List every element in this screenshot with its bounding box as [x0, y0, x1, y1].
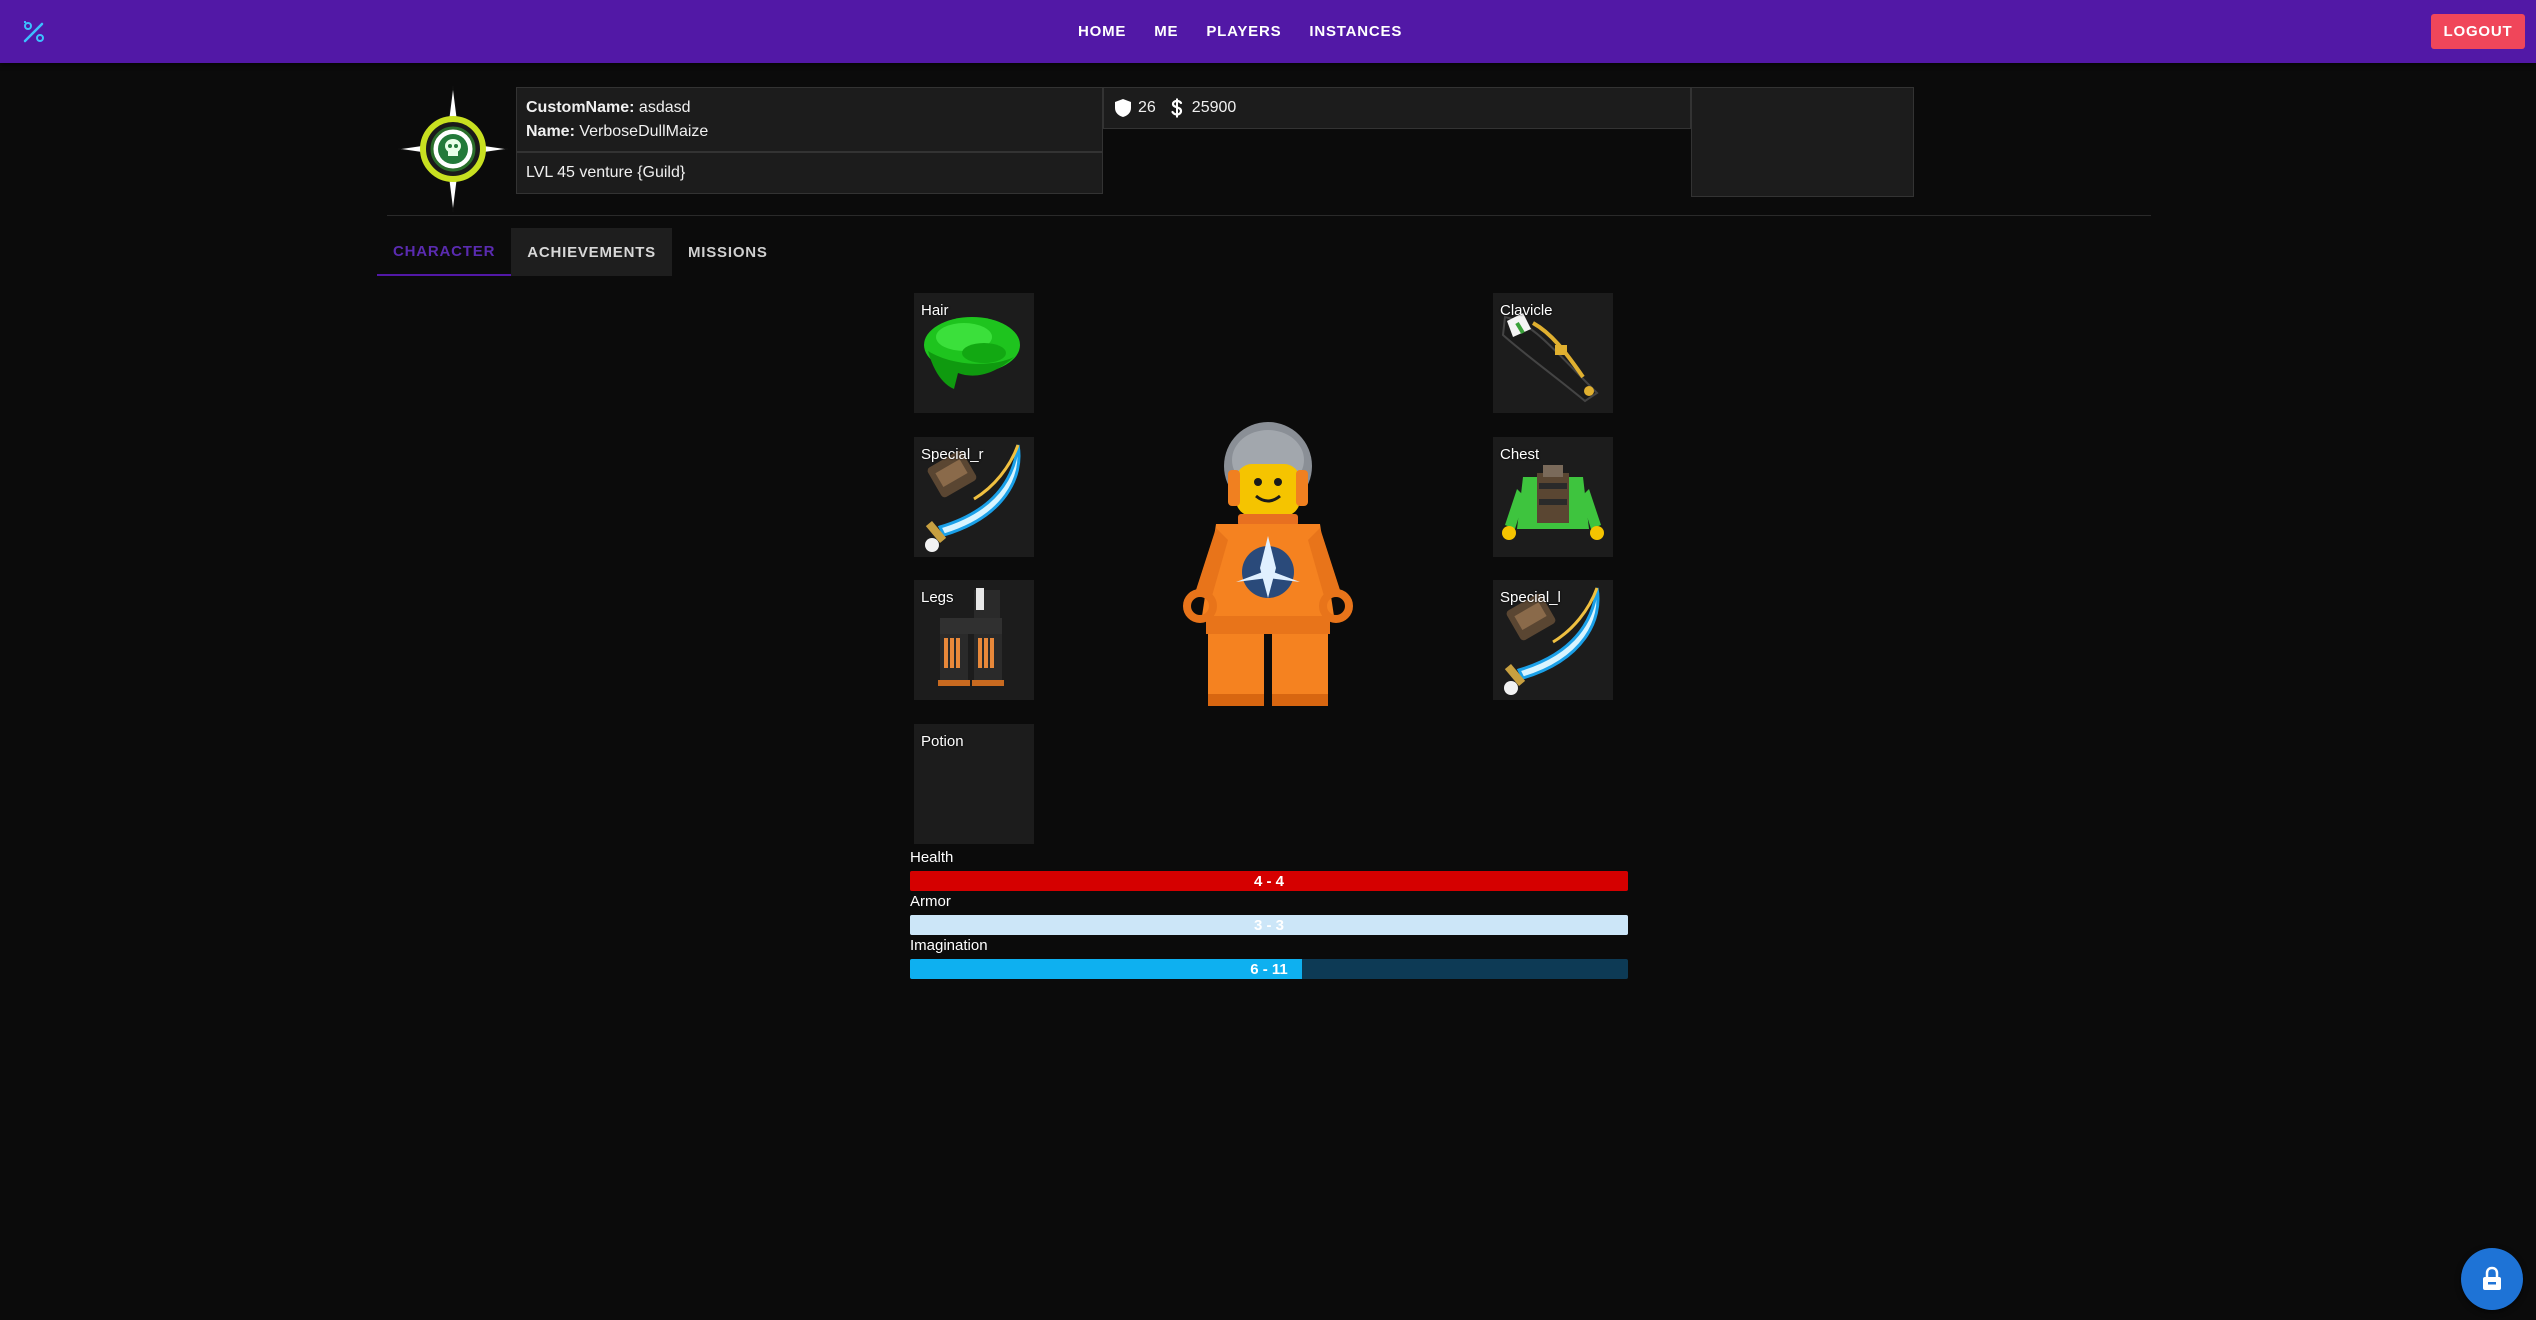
compass-skull-emblem-icon: [397, 85, 509, 213]
slot-potion-label: Potion: [921, 733, 964, 750]
custom-name-value: asdasd: [638, 99, 691, 116]
health-bar: 4 - 4: [910, 871, 1628, 891]
extra-info-panel: [1691, 87, 1914, 197]
header-divider: [387, 215, 2151, 216]
armor-stat-value: 26: [1138, 99, 1156, 116]
currency-stats-panel: 26 25900: [1103, 87, 1691, 129]
health-bar-value: 4 - 4: [1253, 872, 1284, 890]
imagination-bar-value: 6 - 11: [1250, 960, 1288, 978]
top-navbar: HOME ME PLAYERS INSTANCES LOGOUT: [0, 0, 2536, 63]
character-name-panel: CustomName: asdasd Name: VerboseDullMaiz…: [516, 87, 1103, 152]
level-guild-label: LVL 45 venture {Guild}: [516, 152, 1103, 194]
name-row: Name: VerboseDullMaize: [526, 123, 709, 140]
slot-clavicle-label: Clavicle: [1500, 302, 1553, 319]
orange-space-minifig: [1183, 422, 1353, 706]
slot-legs[interactable]: Legs: [914, 580, 1034, 700]
health-label: Health: [910, 849, 954, 866]
slot-special-l[interactable]: Special_l: [1493, 580, 1613, 700]
dollar-icon: [1171, 98, 1182, 118]
logout-button[interactable]: LOGOUT: [2431, 14, 2525, 49]
slot-special-r[interactable]: Special_r: [914, 437, 1034, 557]
armor-label: Armor: [910, 893, 951, 910]
nav-instances[interactable]: INSTANCES: [1295, 23, 1416, 40]
nav-me[interactable]: ME: [1140, 23, 1192, 40]
slot-special-l-label: Special_l: [1500, 589, 1561, 606]
slot-hair[interactable]: Hair: [914, 293, 1034, 413]
lock-fab-button[interactable]: [2461, 1248, 2523, 1310]
tab-missions[interactable]: MISSIONS: [672, 228, 784, 276]
slot-hair-label: Hair: [921, 302, 949, 319]
slot-chest-label: Chest: [1500, 446, 1540, 463]
main-nav: HOME ME PLAYERS INSTANCES: [1064, 0, 1416, 63]
tab-character[interactable]: CHARACTER: [377, 228, 512, 276]
armor-bar-value: 3 - 3: [1253, 916, 1284, 934]
profile-tabs: CHARACTER ACHIEVEMENTS MISSIONS: [377, 228, 784, 276]
lock-icon: [2483, 1266, 2501, 1290]
tab-achievements[interactable]: ACHIEVEMENTS: [511, 228, 672, 276]
name-value: VerboseDullMaize: [579, 123, 709, 140]
wand-sparkle-icon[interactable]: [20, 18, 48, 46]
shield-icon: [1115, 99, 1131, 117]
custom-name-row: CustomName: asdasd: [526, 99, 691, 116]
nav-players[interactable]: PLAYERS: [1192, 23, 1295, 40]
armor-bar: 3 - 3: [910, 915, 1628, 935]
nav-home[interactable]: HOME: [1064, 23, 1140, 40]
slot-special-r-label: Special_r: [921, 446, 984, 463]
slot-clavicle[interactable]: Clavicle: [1493, 293, 1613, 413]
imagination-label: Imagination: [910, 937, 988, 954]
slot-legs-label: Legs: [921, 589, 954, 606]
imagination-bar: 6 - 11: [910, 959, 1628, 979]
slot-potion[interactable]: Potion: [914, 724, 1034, 844]
currency-value: 25900: [1191, 99, 1237, 116]
slot-chest[interactable]: Chest: [1493, 437, 1613, 557]
